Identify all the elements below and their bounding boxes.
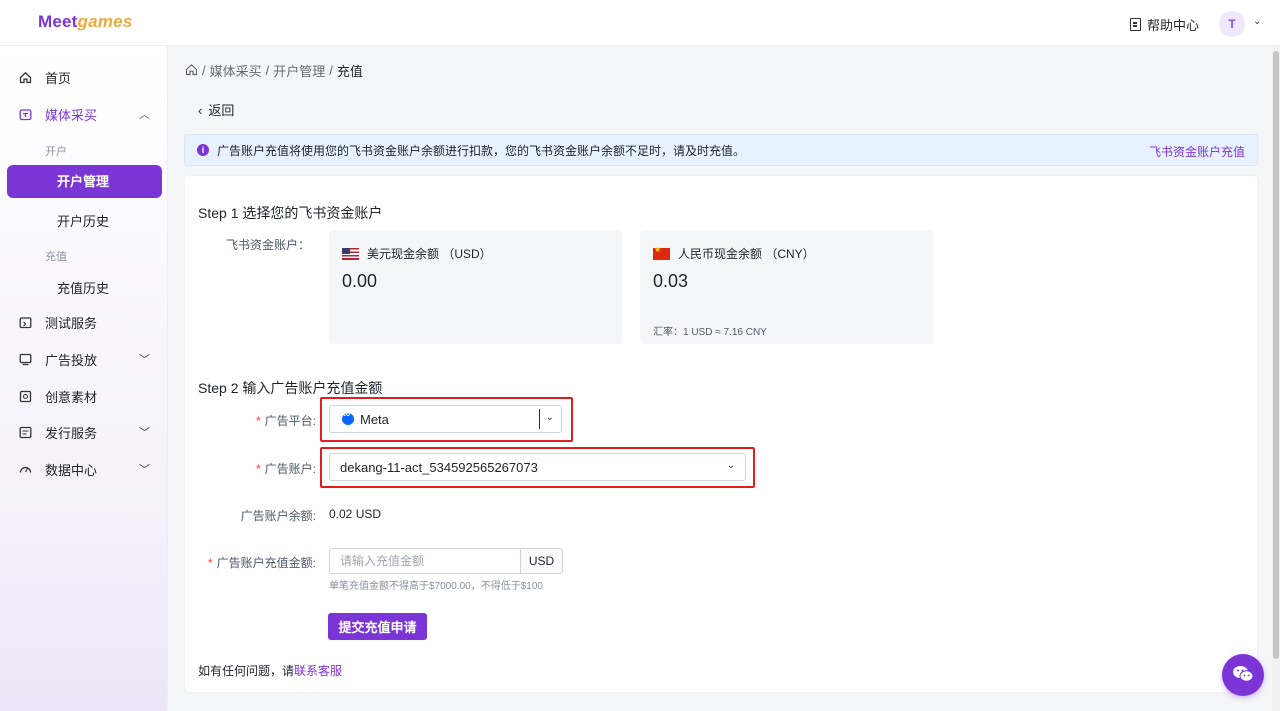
submit-recharge-button[interactable]: 提交充值申请	[328, 613, 427, 640]
notice-recharge-link[interactable]: 飞书资金账户充值	[1149, 143, 1245, 160]
nav-group-recharge: 充值	[45, 251, 67, 263]
app-logo[interactable]: Meetgames	[38, 12, 132, 32]
account-label: * 广告账户:	[255, 462, 316, 476]
chevron-left-icon: ‹	[198, 103, 203, 118]
back-button[interactable]: ‹ 返回	[198, 100, 234, 119]
step2-title: Step 2 输入广告账户充值金额	[198, 380, 383, 396]
usd-amount: 0.00	[342, 271, 378, 291]
fund-account-label: 飞书资金账户：	[225, 238, 310, 252]
exchange-rate: 汇率：1 USD ≈ 7.16 CNY	[653, 327, 767, 338]
chevron-down-icon: ﹀	[139, 464, 150, 476]
sidebar-item-creative[interactable]: 创意素材	[0, 379, 168, 413]
platform-label: * 广告平台:	[255, 414, 316, 428]
sidebar-item-data-center[interactable]: 数据中心 ﹀	[0, 452, 168, 486]
gauge-icon	[18, 462, 32, 476]
wechat-icon	[1232, 665, 1254, 686]
currency-unit: USD	[520, 549, 562, 573]
sidebar-item-media[interactable]: 媒体采买 ︿	[0, 97, 168, 131]
document-icon	[1130, 18, 1141, 31]
sidebar-item-ad-delivery[interactable]: 广告投放 ﹀	[0, 342, 168, 376]
info-icon: i	[197, 144, 209, 156]
sidebar: 首页 媒体采买 ︿ 开户 开户管理 开户历史 充值 充值历史 测试服务 广告投放…	[0, 46, 168, 711]
sidebar-item-home[interactable]: 首页	[0, 60, 168, 94]
nav-group-open: 开户	[45, 146, 67, 158]
highlight-box	[320, 397, 573, 442]
amount-label: * 广告账户充值金额:	[207, 556, 316, 570]
chevron-down-icon: ﹀	[139, 354, 150, 366]
scrollbar-thumb[interactable]	[1273, 51, 1279, 659]
breadcrumb: / 媒体采买 / 开户管理 / 充值	[185, 61, 363, 80]
sidebar-item-test-service[interactable]: 测试服务	[0, 305, 168, 339]
amount-hint: 单笔充值金额不得高于$7000.00，不得低于$100	[329, 581, 543, 592]
highlight-box	[320, 447, 755, 488]
cny-balance-card[interactable]: 人民币现金余额 （CNY） 0.03 汇率：1 USD ≈ 7.16 CNY	[640, 230, 933, 344]
media-icon	[18, 107, 32, 121]
usd-balance-card[interactable]: 美元现金余额 （USD） 0.00	[329, 230, 622, 344]
home-icon	[18, 70, 32, 84]
step1-title: Step 1 选择您的飞书资金账户	[198, 205, 383, 221]
us-flag-icon	[342, 247, 359, 260]
cn-flag-icon	[653, 245, 670, 260]
publish-icon	[18, 425, 32, 439]
sidebar-item-account-history[interactable]: 开户历史	[57, 211, 109, 230]
creative-icon	[18, 389, 32, 403]
ad-balance-label: 广告账户余额:	[240, 509, 316, 523]
top-header: Meetgames 帮助中心 T ⌄	[0, 0, 1280, 46]
help-center-link[interactable]: 帮助中心	[1130, 15, 1199, 34]
chevron-down-icon: ﹀	[139, 427, 150, 439]
help-center-label: 帮助中心	[1147, 18, 1200, 33]
amount-input-group: USD	[329, 548, 563, 574]
breadcrumb-item[interactable]: 媒体采买	[210, 61, 262, 80]
chevron-down-icon[interactable]: ⌄	[1253, 16, 1261, 27]
ad-balance-value: 0.02 USD	[329, 507, 382, 521]
contact-text: 如有任何问题，请联系客服	[198, 664, 343, 678]
sidebar-item-publish[interactable]: 发行服务 ﹀	[0, 415, 168, 449]
avatar[interactable]: T	[1219, 11, 1245, 37]
sidebar-item-account-mgmt[interactable]: 开户管理	[7, 165, 162, 198]
page-scrollbar[interactable]	[1272, 46, 1280, 711]
notice-banner: i 广告账户充值将使用您的飞书资金账户余额进行扣款，您的飞书资金账户余额不足时，…	[184, 134, 1258, 166]
sidebar-item-recharge-history[interactable]: 充值历史	[57, 278, 109, 297]
cny-amount: 0.03	[653, 271, 689, 291]
wechat-chat-button[interactable]	[1222, 654, 1264, 696]
amount-input[interactable]	[330, 549, 520, 573]
ad-icon	[18, 352, 32, 366]
breadcrumb-item[interactable]: 开户管理	[273, 61, 325, 80]
home-icon[interactable]	[185, 63, 198, 79]
chevron-up-icon: ︿	[139, 109, 150, 121]
contact-support-link[interactable]: 联系客服	[294, 664, 342, 678]
notice-text: 广告账户充值将使用您的飞书资金账户余额进行扣款，您的飞书资金账户余额不足时，请及…	[217, 143, 746, 158]
breadcrumb-current: 充值	[336, 64, 363, 79]
test-icon	[18, 315, 32, 329]
